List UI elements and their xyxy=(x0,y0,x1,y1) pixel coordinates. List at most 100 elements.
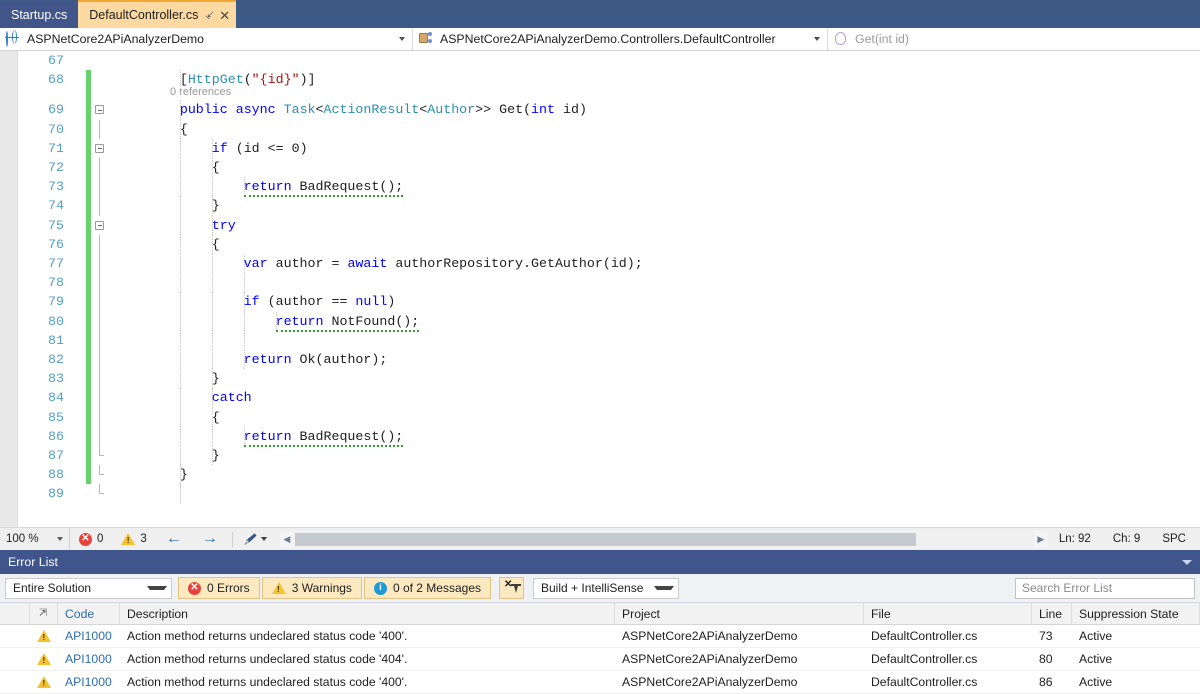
code-line[interactable]: 86 return BadRequest(); xyxy=(0,426,1200,447)
errors-filter-button[interactable]: ✕ 0 Errors xyxy=(178,577,260,599)
code-text: return NotFound(); xyxy=(116,312,420,332)
code-line[interactable]: 76 { xyxy=(0,234,1200,254)
code-line[interactable]: 74 } xyxy=(0,196,1200,216)
column-header-suppression-state[interactable]: Suppression State xyxy=(1072,602,1200,625)
scroll-right-arrow-icon[interactable]: ▶ xyxy=(1034,534,1048,545)
chevron-down-icon[interactable] xyxy=(147,586,167,590)
column-indicator: Ch: 9 xyxy=(1112,533,1141,545)
collapse-toggle-icon[interactable] xyxy=(91,100,108,119)
code-line[interactable]: 69 public async Task<ActionResult<Author… xyxy=(0,100,1200,120)
code-line[interactable]: 67 xyxy=(0,51,1200,70)
fold-guide xyxy=(99,273,100,293)
warnings-filter-button[interactable]: 3 Warnings xyxy=(261,577,362,599)
code-text: } xyxy=(116,371,220,387)
zoom-level-selector[interactable]: 100 % xyxy=(0,527,70,551)
code-line[interactable]: 82 return Ok(author); xyxy=(0,350,1200,370)
clear-filter-icon[interactable]: ✕ xyxy=(499,577,524,599)
code-line[interactable]: 79 if (author == null) xyxy=(0,292,1200,312)
code-text: { xyxy=(116,236,220,252)
line-number: 87 xyxy=(48,448,64,463)
line-number: 75 xyxy=(48,217,64,233)
table-row[interactable]: API1000 Action method returns undeclared … xyxy=(0,625,1200,648)
chevron-down-icon[interactable] xyxy=(57,537,63,541)
collapse-toggle-icon[interactable] xyxy=(91,216,108,235)
column-header-project[interactable]: Project xyxy=(615,602,864,625)
code-line[interactable]: 84 catch xyxy=(0,388,1200,408)
code-text: } xyxy=(116,198,220,214)
fold-guide xyxy=(99,311,100,331)
code-line[interactable]: 70 { xyxy=(0,119,1200,139)
warning-count-label: 3 xyxy=(140,533,147,545)
close-icon[interactable]: ✕ xyxy=(219,9,230,22)
messages-filter-button[interactable]: i 0 of 2 Messages xyxy=(363,577,491,599)
code-line[interactable]: 87 } xyxy=(0,446,1200,466)
code-line[interactable]: 81 xyxy=(0,330,1200,350)
warning-triangle-icon xyxy=(121,533,136,545)
line-number: 80 xyxy=(48,313,64,329)
code-line[interactable]: 80 return NotFound(); xyxy=(0,311,1200,332)
row-select-cell[interactable] xyxy=(0,625,30,648)
arrow-left-icon[interactable]: ← xyxy=(156,531,192,547)
code-line[interactable]: 75 try xyxy=(0,215,1200,235)
codelens-references[interactable]: 0 references xyxy=(170,85,231,100)
error-circle-icon: ✕ xyxy=(79,532,92,546)
row-line: 80 xyxy=(1039,651,1053,666)
navbar-project-dropdown[interactable]: ASPNetCore2APiAnalyzerDemo xyxy=(0,27,413,51)
code-text: public async Task<ActionResult<Author>> … xyxy=(179,102,587,118)
code-line[interactable]: 88 } xyxy=(0,465,1200,485)
code-line[interactable]: 77 var author = await authorRepository.G… xyxy=(0,254,1200,274)
navbar-member-dropdown[interactable]: Get(int id) xyxy=(828,28,1200,51)
chevron-down-icon[interactable] xyxy=(260,537,267,541)
code-line[interactable]: 78 xyxy=(0,273,1200,293)
navbar-class-dropdown[interactable]: ASPNetCore2APiAnalyzerDemo.Controllers.D… xyxy=(413,27,828,51)
column-header-code[interactable]: Code xyxy=(58,602,120,625)
color-picker-button[interactable] xyxy=(231,531,277,547)
code-editor[interactable]: 67 68 [HttpGet("{id}")] 0 references 69 pub… xyxy=(0,51,1200,527)
class-icon xyxy=(419,31,436,47)
scrollbar-thumb[interactable] xyxy=(294,532,917,546)
fold-guide xyxy=(99,292,100,312)
chevron-down-icon[interactable] xyxy=(399,37,405,41)
row-code[interactable]: API1000 xyxy=(58,648,120,671)
tab-defaultcontroller-cs[interactable]: DefaultController.cs ⤓ ✕ xyxy=(78,0,237,28)
scrollbar-track[interactable] xyxy=(293,531,1034,547)
chevron-down-icon[interactable] xyxy=(1182,559,1192,565)
row-select-cell[interactable] xyxy=(0,648,30,671)
error-list-title: Error List xyxy=(8,555,58,569)
chevron-down-icon[interactable] xyxy=(654,586,674,590)
table-row[interactable]: API1000 Action method returns undeclared … xyxy=(0,671,1200,694)
code-line[interactable]: 89 xyxy=(0,484,1200,504)
row-code[interactable]: API1000 xyxy=(58,671,120,694)
column-header-line[interactable]: Line xyxy=(1032,602,1072,625)
row-code[interactable]: API1000 xyxy=(58,625,120,648)
scroll-left-arrow-icon[interactable]: ◀ xyxy=(280,534,294,545)
table-row[interactable]: API1000 Action method returns undeclared … xyxy=(0,648,1200,671)
code-line[interactable]: 73 return BadRequest(); xyxy=(0,177,1200,198)
code-line[interactable]: 85 { xyxy=(0,407,1200,427)
search-error-list-box[interactable]: Search Error List xyxy=(1015,577,1195,599)
column-header-description[interactable]: Description xyxy=(120,602,615,625)
chevron-down-icon[interactable] xyxy=(814,37,820,41)
warning-triangle-icon xyxy=(30,648,58,671)
code-line[interactable]: 72 { xyxy=(0,158,1200,178)
code-line[interactable]: 83 } xyxy=(0,369,1200,389)
scope-filter-dropdown[interactable]: Entire Solution xyxy=(5,577,172,599)
collapse-toggle-icon[interactable] xyxy=(91,139,108,158)
column-header-file[interactable]: File xyxy=(864,602,1032,625)
pin-icon[interactable]: ⤓ xyxy=(204,9,216,21)
horizontal-scrollbar[interactable]: ◀ ▶ xyxy=(279,530,1048,548)
build-filter-dropdown[interactable]: Build + IntelliSense xyxy=(533,577,679,599)
codelens-row[interactable]: 0 references xyxy=(0,85,1200,101)
error-count-indicator[interactable]: ✕ 0 xyxy=(70,532,112,546)
code-line[interactable]: 71 if (id <= 0) xyxy=(0,138,1200,158)
error-list-title-bar: Error List xyxy=(0,550,1200,574)
column-header-select[interactable] xyxy=(0,602,30,625)
row-select-cell[interactable] xyxy=(0,671,30,694)
warning-count-indicator[interactable]: 3 xyxy=(112,533,155,545)
tab-startup-cs[interactable]: Startup.cs xyxy=(0,2,79,28)
arrow-right-icon[interactable]: → xyxy=(192,531,228,547)
code-lines-container[interactable]: 67 68 [HttpGet("{id}")] 0 references 69 pub… xyxy=(0,51,1200,527)
indent-guide xyxy=(244,330,246,350)
column-header-severity[interactable]: ⇱ xyxy=(30,602,58,625)
fold-guide xyxy=(99,426,100,446)
